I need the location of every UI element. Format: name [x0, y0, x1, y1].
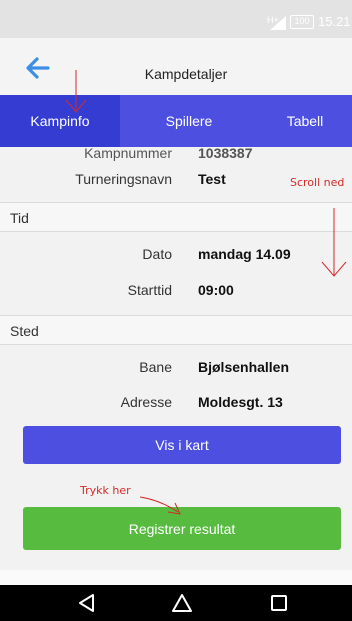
tab-bar: Kampinfo Spillere Tabell [0, 95, 352, 147]
status-time: 15.21 [318, 14, 351, 29]
detail-value: mandag 14.09 [198, 246, 291, 262]
battery-icon: 100 [290, 15, 314, 29]
tab-kampinfo[interactable]: Kampinfo [0, 95, 120, 147]
battery-level: 100 [294, 16, 310, 26]
section-title: Tid [10, 210, 29, 226]
show-map-button[interactable]: Vis i kart [23, 426, 341, 464]
detail-value: Bjølsenhallen [198, 359, 290, 375]
detail-row-start-time: Starttid 09:00 [0, 272, 352, 308]
back-triangle-icon[interactable] [76, 592, 98, 614]
detail-label: Adresse [120, 394, 172, 410]
detail-label: Dato [142, 246, 172, 262]
scroll-annotation: Scroll ned [290, 176, 345, 189]
detail-value: 1038387 [198, 147, 253, 161]
system-navigation-bar [0, 585, 352, 621]
recents-square-icon[interactable] [268, 592, 290, 614]
detail-value: Moldesgt. 13 [198, 394, 283, 410]
section-header-time: Tid [0, 202, 352, 232]
detail-label: Kampnummer [84, 147, 172, 161]
home-icon[interactable] [171, 592, 193, 614]
tab-spillere[interactable]: Spillere [120, 95, 258, 147]
bottom-spacer [0, 570, 352, 585]
signal-icon [270, 16, 286, 30]
detail-label: Bane [139, 359, 172, 375]
detail-value: 09:00 [198, 282, 234, 298]
match-details[interactable]: Kampnummer 1038387 Turneringsnavn Test T… [0, 147, 352, 570]
section-title: Sted [10, 323, 39, 339]
section-header-place: Sted [0, 315, 352, 345]
detail-value: Test [198, 171, 226, 187]
tab-tabell[interactable]: Tabell [258, 95, 352, 147]
register-result-button[interactable]: Registrer resultat [23, 507, 341, 550]
detail-row-venue: Bane Bjølsenhallen [0, 349, 352, 385]
tap-annotation: Trykk her [80, 484, 131, 497]
status-bar: H+ 100 15.21 [0, 0, 352, 38]
detail-label: Starttid [127, 282, 172, 298]
page-title: Kampdetaljer [144, 66, 228, 82]
app-header: Kampdetaljer [0, 38, 352, 95]
detail-row-address: Adresse Moldesgt. 13 [0, 384, 352, 420]
detail-row-date: Dato mandag 14.09 [0, 236, 352, 272]
detail-label: Turneringsnavn [75, 171, 172, 187]
